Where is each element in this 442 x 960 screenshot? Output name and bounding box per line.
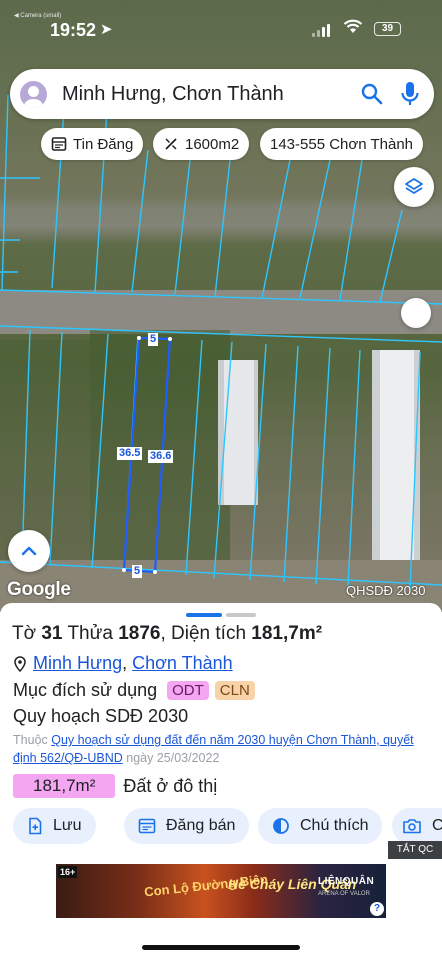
dim-top-label: 5 [148,333,159,346]
bookmark-add-icon [29,817,42,835]
parcel-title: Tờ 31 Thửa 1876, Diện tích 181,7m² [12,623,323,644]
capture-button[interactable]: C [392,808,442,844]
age-rating-badge: 16+ [58,866,78,878]
search-icon[interactable] [360,82,384,106]
back-to-app-label[interactable]: ◀ Camera (small) [14,12,61,19]
chip-news[interactable]: Tin Đăng [41,128,144,160]
layers-button[interactable] [394,167,434,207]
ad-banner[interactable]: 16+ Con Lộ Đường Biên Hè Cháy Liên Quân … [56,864,386,918]
close-ad-button[interactable]: TẮT QC [388,841,442,859]
save-button-label: Lưu [53,817,82,834]
purpose-tag-cln[interactable]: CLN [214,681,255,700]
area-word: Diện tích [171,623,247,644]
desc-prefix: Thuộc [13,733,48,747]
layers-icon [405,178,423,194]
post-sale-button[interactable]: Đăng bán [124,808,250,844]
location-arrow-icon: ➤ [100,21,113,38]
ad-info-icon[interactable]: ? [370,902,384,916]
legend-button-label: Chú thích [300,817,369,834]
cellular-signal-icon [312,24,330,37]
microphone-icon[interactable] [400,81,420,107]
save-button[interactable]: Lưu [13,808,96,844]
sheet-handle-inactive[interactable] [226,613,256,617]
dim-right-label: 36.6 [148,450,174,463]
battery-indicator: 39 [374,22,401,36]
search-bar[interactable]: Minh Hưng, Chơn Thành [10,69,434,119]
plan-description: Thuộc Quy hoạch sử dụng đất đến năm 2030… [13,731,435,767]
status-bar: ◀ Camera (small) 19:52 ➤ 39 [0,0,442,58]
sheet-handle-active[interactable] [186,613,222,617]
plot-number: 1876 [118,623,161,644]
expand-up-button[interactable] [8,530,50,572]
dim-left-label: 36.5 [117,447,143,460]
land-type-label: Đất ở đô thị [123,775,218,796]
chip-news-label: Tin Đăng [73,135,134,153]
post-sale-button-label: Đăng bán [166,817,236,834]
plan-date: ngày 25/03/2022 [126,751,220,765]
contrast-icon [273,818,289,834]
plot-word: Thửa [67,623,113,644]
location-separator: , [122,653,128,673]
status-time: 19:52 [50,20,97,40]
home-indicator[interactable] [142,945,300,950]
land-type-row: 181,7m² Đất ở đô thị [13,774,217,798]
camera-add-icon [403,819,421,834]
avatar[interactable] [20,81,47,108]
location-pin-icon [14,655,26,672]
map-layer-label: QHSDĐ 2030 [346,583,426,598]
map-marker-dot[interactable] [401,298,431,328]
purpose-label: Mục đích sử dụng [13,680,158,700]
chevron-up-icon [21,546,37,556]
wifi-icon [343,19,363,33]
ad-brand-sub: ARENA OF VALOR [318,891,370,897]
ward-link[interactable]: Minh Hưng [33,653,122,674]
google-logo: Google [7,579,71,600]
chip-route[interactable]: 143-555 Chơn Thành [260,128,423,160]
parcel-area: 181,7m² [251,623,323,644]
district-link[interactable]: Chơn Thành [132,653,233,674]
purpose-tag-odt[interactable]: ODT [167,681,209,700]
plan-heading: Quy hoạch SDĐ 2030 [13,706,189,726]
ad-brand: LIÊNQUÂN [318,876,375,887]
land-area-badge: 181,7m² [13,774,116,798]
news-post-icon [138,818,156,834]
news-icon [51,137,67,151]
legend-button[interactable]: Chú thích [258,808,383,844]
search-query[interactable]: Minh Hưng, Chơn Thành [62,83,284,106]
chip-area-label: 1600m2 [185,135,240,153]
parcel-info-sheet: Tờ 31 Thửa 1876, Diện tích 181,7m² Minh … [0,603,442,960]
dim-bottom-label: 5 [132,565,143,578]
title-prefix: Tờ [12,623,37,644]
sheet-number: 31 [41,623,63,644]
ruler-icon [165,138,177,150]
capture-button-label: C [432,817,442,834]
purpose-row: Mục đích sử dụng ODT CLN [13,680,255,701]
chip-area[interactable]: 1600m2 [153,128,250,160]
location-row: Minh Hưng , Chơn Thành [13,653,233,674]
chip-route-label: 143-555 Chơn Thành [270,135,413,153]
